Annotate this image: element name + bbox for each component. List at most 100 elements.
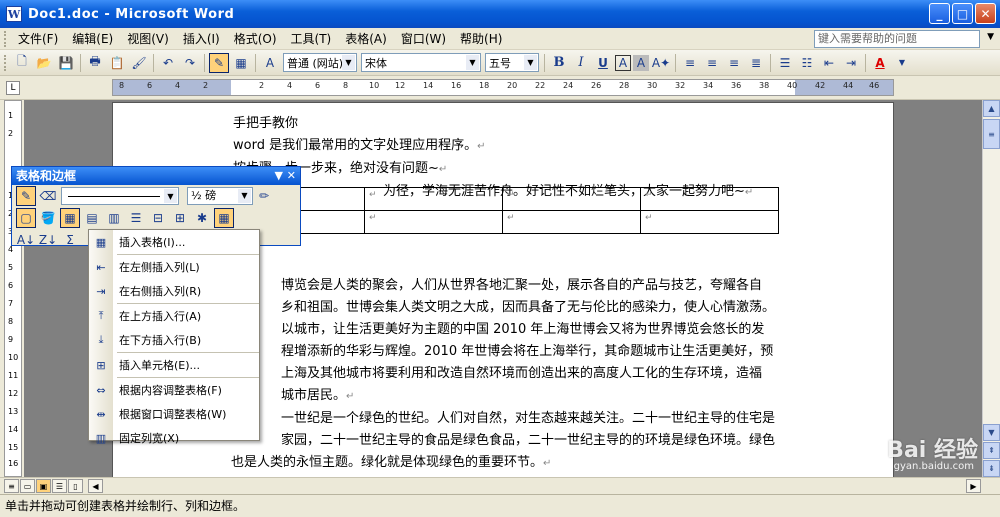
align-icon[interactable]: ☰ <box>126 208 146 228</box>
scroll-left-button[interactable]: ◀ <box>88 479 103 493</box>
style-select[interactable]: 普通 (网站) ▼ <box>283 53 357 72</box>
help-search-input[interactable]: 键入需要帮助的问题 <box>814 30 980 48</box>
menu-insert-table[interactable]: ▦ 插入表格(I)... <box>89 230 259 254</box>
open-folder-icon[interactable]: 📂 <box>34 53 54 73</box>
align-left-icon[interactable]: ≡ <box>680 53 700 73</box>
sort-ascending-icon[interactable]: A↓ <box>16 230 36 250</box>
scroll-thumb[interactable]: ≡ <box>983 119 1000 149</box>
table-cell[interactable]: ↵ <box>364 210 503 234</box>
numbering-icon[interactable]: ☰ <box>775 53 795 73</box>
draw-table-icon[interactable]: ✎ <box>16 186 36 206</box>
menu-insert[interactable]: 插入(I) <box>176 29 227 49</box>
print-icon[interactable]: 🖶 <box>85 53 105 73</box>
scroll-up-button[interactable]: ▲ <box>983 100 1000 117</box>
shading-color-icon[interactable]: 🪣 <box>38 208 58 228</box>
menu-view[interactable]: 视图(V) <box>120 29 176 49</box>
help-dropdown-icon[interactable]: ▼ <box>987 32 994 42</box>
menu-insert-col-right[interactable]: ⇥ 在右侧插入列(R) <box>89 279 259 303</box>
autoformat-icon[interactable]: ✱ <box>192 208 212 228</box>
menu-edit[interactable]: 编辑(E) <box>65 29 120 49</box>
outline-view-button[interactable]: ☰ <box>52 479 67 493</box>
table-cell[interactable]: ↵ <box>640 187 779 211</box>
scroll-down-button[interactable]: ▼ <box>983 424 1000 441</box>
italic-button[interactable]: I <box>571 53 591 73</box>
chevron-down-icon[interactable]: ▼ <box>238 189 251 203</box>
menu-insert-row-above[interactable]: ⤒ 在上方插入行(A) <box>89 304 259 328</box>
horizontal-ruler[interactable]: 8 6 4 2 2 4 6 8 10 12 14 16 18 20 22 24 … <box>112 79 894 96</box>
next-page-button[interactable]: ⇟ <box>983 460 1000 477</box>
font-color-dropdown-icon[interactable]: ▼ <box>892 53 912 73</box>
table-cell[interactable]: ↵ <box>502 187 641 211</box>
format-painter-icon[interactable]: 🖌 <box>129 53 149 73</box>
menu-autofit-content[interactable]: ⇔ 根据内容调整表格(F) <box>89 378 259 402</box>
tables-borders-title[interactable]: 表格和边框 ▼ ✕ <box>12 167 300 185</box>
print-view-button[interactable]: ▣ <box>36 479 51 493</box>
align-right-icon[interactable]: ≡ <box>724 53 744 73</box>
styles-icon[interactable]: A <box>260 53 280 73</box>
underline-button[interactable]: U <box>593 53 613 73</box>
minimize-button[interactable]: _ <box>929 3 950 24</box>
text-effect-icon[interactable]: A✦ <box>651 53 671 73</box>
normal-view-button[interactable]: ≡ <box>4 479 19 493</box>
toolbar-controls[interactable]: ▼ ✕ <box>274 167 296 185</box>
menu-insert-cells[interactable]: ⊞ 插入单元格(E)... <box>89 353 259 377</box>
undo-icon[interactable]: ↶ <box>158 53 178 73</box>
document-table[interactable]: ↵ ↵ ↵ ↵ ↵ ↵ ↵ ↵ <box>226 187 779 234</box>
menu-format[interactable]: 格式(O) <box>227 29 284 49</box>
maximize-button[interactable]: □ <box>952 3 973 24</box>
tab-selector[interactable]: L <box>6 81 20 95</box>
font-select[interactable]: 宋体 ▼ <box>361 53 481 72</box>
redo-icon[interactable]: ↷ <box>180 53 200 73</box>
eraser-icon[interactable]: ⌫ <box>38 186 58 206</box>
save-icon[interactable]: 💾 <box>56 53 76 73</box>
close-button[interactable]: ✕ <box>975 3 996 24</box>
autosum-icon[interactable]: Σ <box>60 230 80 250</box>
menu-insert-row-below[interactable]: ⤓ 在下方插入行(B) <box>89 328 259 352</box>
line-weight-select[interactable]: ½ 磅 ▼ <box>187 187 253 205</box>
bullets-icon[interactable]: ☷ <box>797 53 817 73</box>
justify-icon[interactable]: ≣ <box>746 53 766 73</box>
new-document-icon[interactable]: 🗋 <box>12 53 32 73</box>
show-gridlines-icon[interactable]: ▦ <box>214 208 234 228</box>
vertical-scrollbar[interactable]: ▲ ≡ ▼ ⇞ ⇟ <box>982 100 1000 477</box>
chevron-down-icon[interactable]: ▼ <box>164 189 177 203</box>
chevron-down-icon[interactable]: ▼ <box>524 55 537 70</box>
menu-grip[interactable] <box>4 30 8 47</box>
menu-fixed-column-width[interactable]: ▥ 固定列宽(X) <box>89 426 259 450</box>
merge-cells-icon[interactable]: ▤ <box>82 208 102 228</box>
sort-descending-icon[interactable]: Z↓ <box>38 230 58 250</box>
font-color-button[interactable]: A <box>870 53 890 73</box>
insert-table-icon[interactable]: ▦ <box>231 53 251 73</box>
align-center-icon[interactable]: ≡ <box>702 53 722 73</box>
word-app-icon[interactable]: W <box>6 6 22 22</box>
menu-insert-col-left[interactable]: ⇤ 在左侧插入列(L) <box>89 255 259 279</box>
prev-page-button[interactable]: ⇞ <box>983 442 1000 459</box>
menu-window[interactable]: 窗口(W) <box>394 29 453 49</box>
chevron-down-icon[interactable]: ▼ <box>466 55 479 70</box>
table-cell[interactable]: ↵ <box>640 210 779 234</box>
menu-table[interactable]: 表格(A) <box>338 29 394 49</box>
line-style-select[interactable]: ▼ <box>61 187 179 205</box>
distribute-rows-icon[interactable]: ⊟ <box>148 208 168 228</box>
char-shading-button[interactable]: A <box>633 54 649 71</box>
distribute-columns-icon[interactable]: ⊞ <box>170 208 190 228</box>
toolbar-grip[interactable] <box>4 54 8 71</box>
split-cells-icon[interactable]: ▥ <box>104 208 124 228</box>
tables-borders-icon[interactable]: ✎ <box>209 52 229 73</box>
menu-tools[interactable]: 工具(T) <box>284 29 339 49</box>
insert-table-dropdown-icon[interactable]: ▦ <box>60 208 80 228</box>
increase-indent-icon[interactable]: ⇥ <box>841 53 861 73</box>
scroll-right-button[interactable]: ▶ <box>966 479 981 493</box>
table-cell[interactable]: ↵ <box>502 210 641 234</box>
vertical-ruler[interactable]: 1 2 1 2 3 4 5 6 7 8 9 10 11 12 13 14 15 … <box>4 100 22 477</box>
menu-help[interactable]: 帮助(H) <box>453 29 509 49</box>
table-cell[interactable]: ↵ <box>364 187 503 211</box>
reading-view-button[interactable]: ▯ <box>68 479 83 493</box>
menu-autofit-window[interactable]: ⇹ 根据窗口调整表格(W) <box>89 402 259 426</box>
outside-border-icon[interactable]: ▢ <box>16 208 36 228</box>
border-color-icon[interactable]: ✏ <box>254 186 274 206</box>
chevron-down-icon[interactable]: ▼ <box>342 55 355 70</box>
font-size-select[interactable]: 五号 ▼ <box>485 53 539 72</box>
char-border-button[interactable]: A <box>615 54 631 71</box>
menu-file[interactable]: 文件(F) <box>11 29 65 49</box>
